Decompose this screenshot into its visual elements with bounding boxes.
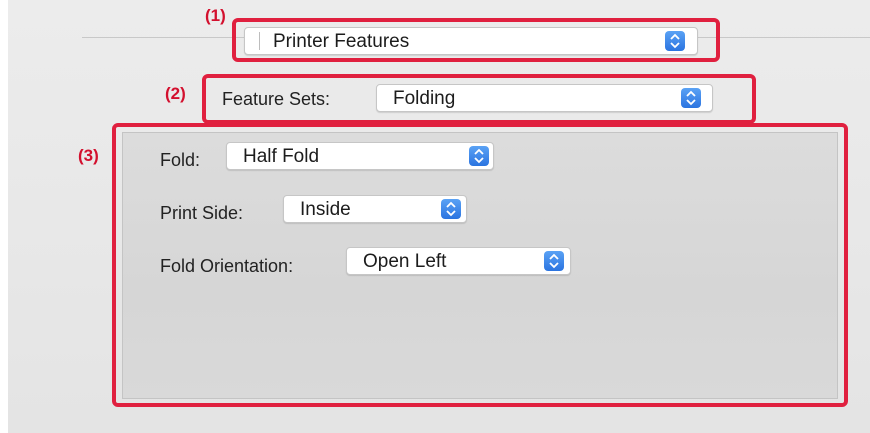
callout-label-1: (1) [205,6,226,25]
callout-label-2: (2) [165,84,186,103]
callout-box-3 [112,123,848,407]
callout-box-2 [202,74,756,124]
callout-box-1 [232,18,720,62]
callout-label-3: (3) [78,146,99,165]
